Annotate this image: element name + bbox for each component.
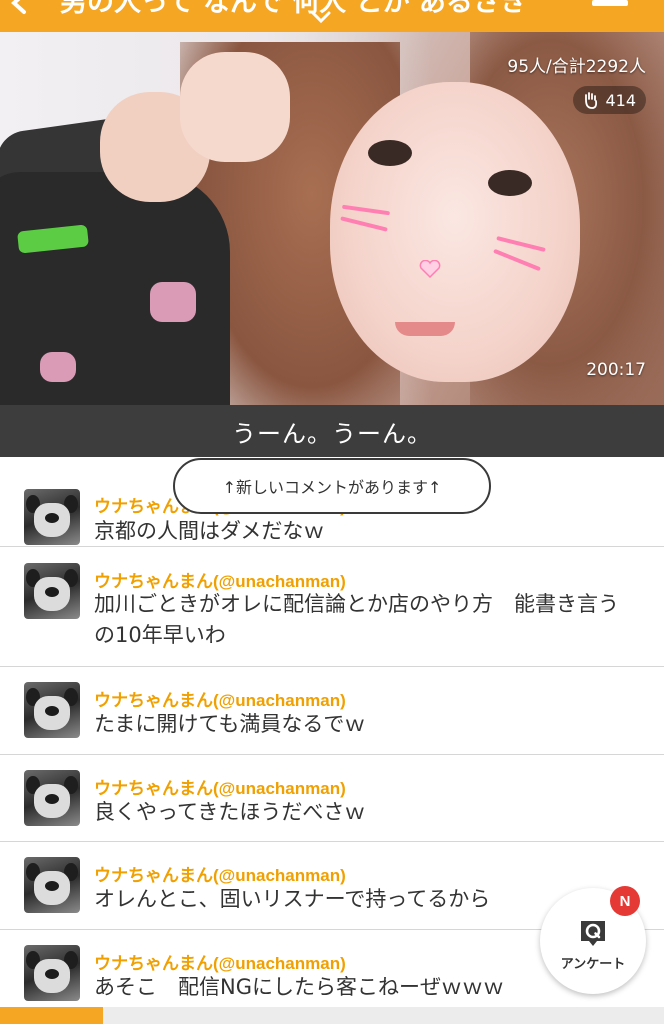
back-arrow-icon[interactable]: [6, 0, 32, 16]
avatar-nose: [45, 587, 59, 597]
avatar[interactable]: [24, 489, 80, 545]
broadcast-title: 男の人って なんで 何人 とか あるさき: [60, 0, 527, 18]
comment-text: 加川ごときがオレに配信論とか店のやり方 能書き言うの10年早いわ: [94, 592, 619, 647]
broadcast-caption: うーん。うーん。: [232, 419, 432, 448]
video-fist: [180, 52, 290, 162]
viewer-count: 95人/合計2292人: [507, 57, 646, 77]
video-sweater: [0, 172, 230, 405]
survey-label: アンケート: [560, 956, 626, 972]
video-eye-right: [488, 170, 532, 196]
comment-text: 良くやってきたほうだべさｗ: [94, 800, 366, 824]
comment-item[interactable]: ウナちゃんまん(@unachanman) たまに開けても満員なるでｗ: [0, 667, 664, 755]
avatar-nose: [45, 794, 59, 804]
comment-text: 京都の人間はダメだなｗ: [94, 519, 325, 543]
video-eye-left: [368, 140, 412, 166]
avatar[interactable]: [24, 770, 80, 826]
avatar[interactable]: [24, 857, 80, 913]
video-mouth: [395, 322, 455, 336]
avatar[interactable]: [24, 945, 80, 1001]
top-bar: 男の人って なんで 何人 とか あるさき: [0, 0, 664, 32]
survey-q-icon: [581, 920, 605, 946]
avatar-nose: [45, 706, 59, 716]
live-video[interactable]: 95人/合計2292人 414 200:17: [0, 32, 664, 405]
menu-icon[interactable]: [592, 0, 628, 6]
video-face: [330, 82, 580, 382]
comment-username[interactable]: ウナちゃんまん(@unachanman): [94, 861, 346, 886]
comment-text: たまに開けても満員なるでｗ: [94, 712, 366, 736]
video-pink-patch: [40, 352, 76, 382]
comment-item[interactable]: ウナちゃんまん(@unachanman) 良くやってきたほうだべさｗ: [0, 755, 664, 842]
clap-count: 414: [605, 90, 636, 110]
bottom-progress-bar: [0, 1007, 664, 1024]
avatar[interactable]: [24, 682, 80, 738]
avatar[interactable]: [24, 563, 80, 619]
broadcast-caption-bar: うーん。うーん。: [0, 405, 664, 457]
comment-item[interactable]: ウナちゃんまん(@unachanman) 加川ごときがオレに配信論とか店のやり方…: [0, 547, 664, 667]
avatar-nose: [45, 513, 59, 523]
comment-username[interactable]: ウナちゃんまん(@unachanman): [94, 686, 346, 711]
clap-icon: [585, 92, 598, 109]
elapsed-time: 200:17: [586, 360, 646, 380]
chevron-down-icon[interactable]: [310, 10, 332, 24]
avatar-nose: [45, 969, 59, 979]
clap-counter[interactable]: 414: [573, 86, 646, 114]
survey-new-badge: N: [610, 886, 640, 916]
new-comment-notice-button[interactable]: ↑新しいコメントがあります↑: [173, 458, 491, 514]
avatar-nose: [45, 881, 59, 891]
heart-nose-icon: [419, 260, 441, 278]
video-pink-patch: [150, 282, 196, 322]
comment-username[interactable]: ウナちゃんまん(@unachanman): [94, 774, 346, 799]
bottom-progress-fill: [0, 1007, 103, 1024]
comment-username[interactable]: ウナちゃんまん(@unachanman): [94, 949, 346, 974]
